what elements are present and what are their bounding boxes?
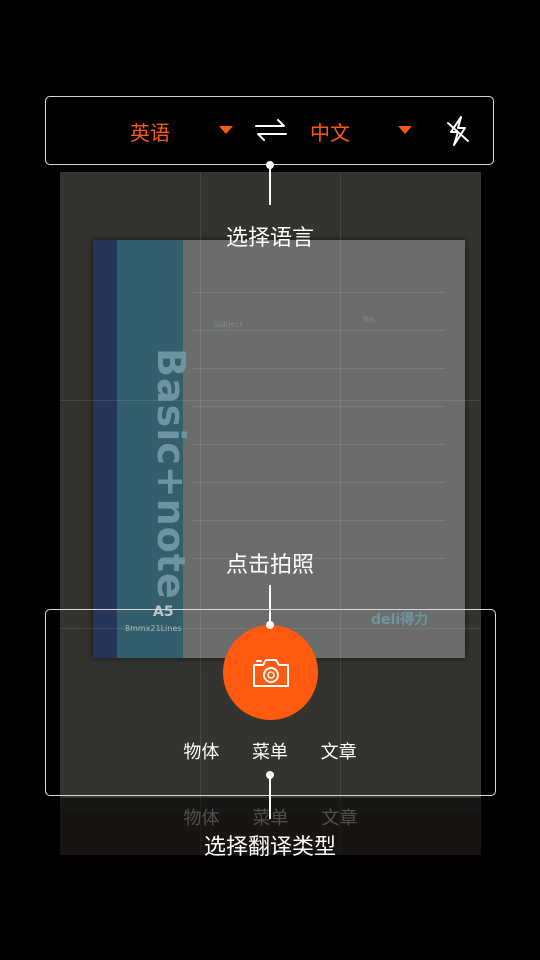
guide-connector <box>269 775 271 819</box>
language-bar: 英语 中文 <box>45 96 494 165</box>
flash-auto-icon[interactable] <box>444 115 472 147</box>
mode-menu[interactable]: 菜单 <box>236 738 305 764</box>
mode-article[interactable]: 文章 <box>304 738 373 764</box>
swap-arrows-icon[interactable] <box>254 117 288 143</box>
target-language-dropdown-icon[interactable] <box>398 126 412 134</box>
guide-dot <box>266 621 274 629</box>
source-language-dropdown-icon[interactable] <box>219 126 233 134</box>
mode-selector: 物体 菜单 文章 <box>167 738 373 764</box>
target-language[interactable]: 中文 <box>310 117 350 146</box>
camera-icon <box>252 658 289 687</box>
mode-object[interactable]: 物体 <box>167 738 236 764</box>
shutter-button[interactable] <box>223 625 318 720</box>
ghost-mode-article: 文章 <box>321 808 358 829</box>
guide-select-translation-type: 选择翻译类型 <box>203 835 336 860</box>
guide-select-language: 选择语言 <box>225 226 314 251</box>
guide-tap-to-shoot: 点击拍照 <box>225 553 314 578</box>
guide-connector <box>269 165 271 205</box>
source-language[interactable]: 英语 <box>130 117 170 146</box>
ghost-mode-object: 物体 <box>183 808 220 829</box>
